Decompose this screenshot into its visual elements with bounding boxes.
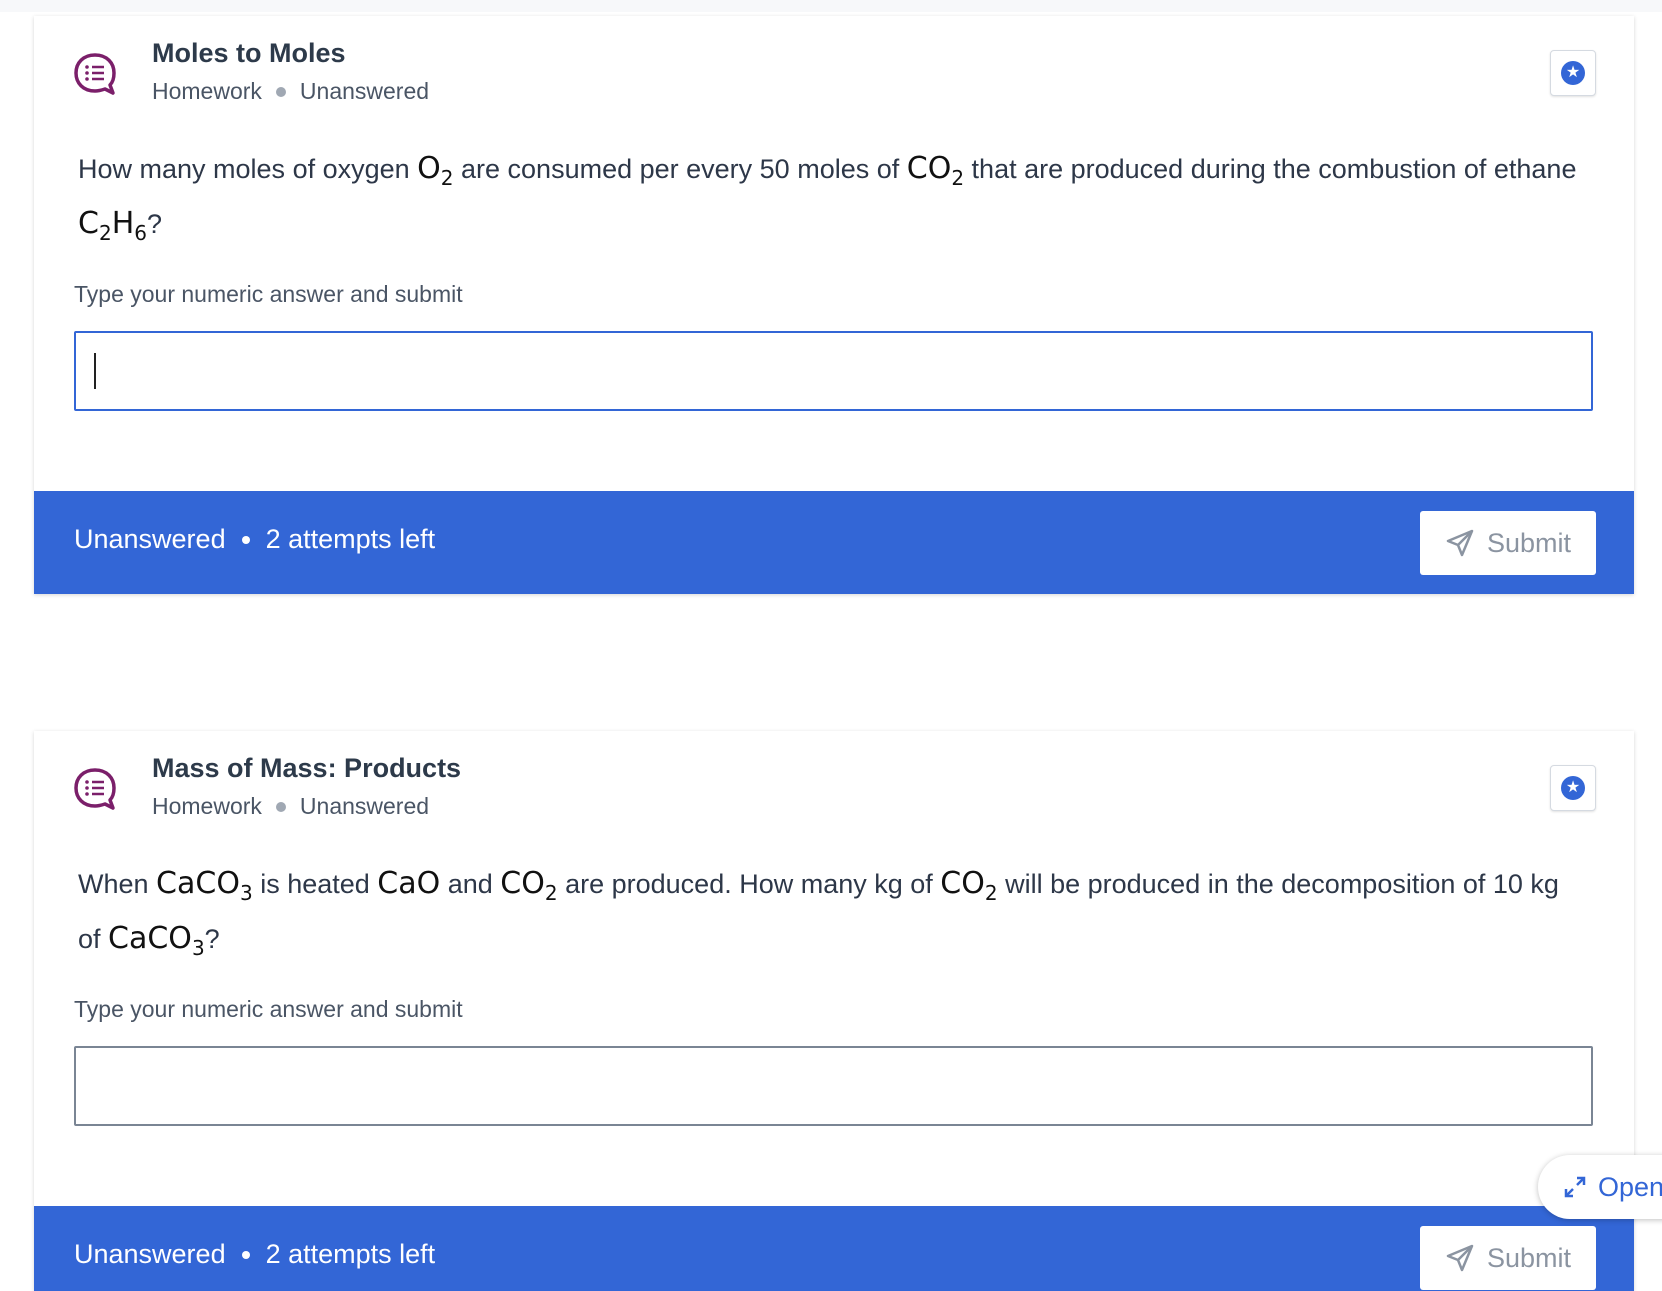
numeric-answer-input[interactable] bbox=[74, 1046, 1593, 1126]
question-type: Homework bbox=[152, 793, 262, 819]
bookmark-button[interactable]: ★ bbox=[1550, 50, 1596, 96]
numeric-answer-input[interactable] bbox=[74, 331, 1593, 411]
paper-plane-icon bbox=[1446, 529, 1474, 557]
separator-dot bbox=[241, 1250, 250, 1259]
open-button[interactable]: Open bbox=[1538, 1155, 1662, 1219]
star-icon: ★ bbox=[1561, 776, 1585, 800]
formula-co2: CO2 bbox=[500, 866, 558, 905]
expand-icon bbox=[1564, 1176, 1586, 1198]
submit-button[interactable]: Submit bbox=[1420, 1226, 1596, 1290]
question-state: Unanswered bbox=[299, 78, 430, 104]
question-meta: Homework Unanswered bbox=[152, 793, 429, 820]
question-text: When CaCO3 is heated CaO and CO2 are pro… bbox=[78, 866, 1559, 960]
attempts-left: 2 attempts left bbox=[265, 524, 436, 554]
formula-cao: CaO bbox=[377, 866, 441, 901]
formula-co2: CO2 bbox=[906, 151, 965, 190]
text-caret bbox=[94, 353, 96, 389]
bookmark-button[interactable]: ★ bbox=[1550, 765, 1596, 811]
attempts-left: 2 attempts left bbox=[265, 1239, 436, 1269]
answer-prompt: Type your numeric answer and submit bbox=[74, 996, 463, 1022]
question-footer-bar: Unanswered 2 attempts left Submit bbox=[34, 491, 1634, 594]
status-label: Unanswered bbox=[74, 1239, 226, 1269]
star-icon: ★ bbox=[1561, 61, 1585, 85]
submit-button[interactable]: Submit bbox=[1420, 511, 1596, 575]
answer-prompt: Type your numeric answer and submit bbox=[74, 281, 463, 307]
answer-status: Unanswered 2 attempts left bbox=[74, 524, 435, 555]
question-card: Moles to Moles Homework Unanswered ★ How… bbox=[34, 16, 1634, 594]
formula-c2h6: C2H6 bbox=[78, 206, 147, 245]
formula-co2: CO2 bbox=[940, 866, 998, 905]
question-title: Mass of Mass: Products bbox=[152, 753, 462, 783]
submit-label: Submit bbox=[1486, 527, 1572, 558]
question-text: How many moles of oxygen O2 are consumed… bbox=[78, 151, 1577, 245]
formula-caco3: CaCO3 bbox=[156, 866, 253, 905]
question-footer-bar: Unanswered 2 attempts left Submit bbox=[34, 1206, 1634, 1291]
answer-status: Unanswered 2 attempts left bbox=[74, 1239, 435, 1270]
formula-o2: O2 bbox=[417, 151, 454, 190]
paper-plane-icon bbox=[1446, 1244, 1474, 1272]
page-top-strip bbox=[0, 0, 1662, 12]
formula-caco3: CaCO3 bbox=[108, 921, 205, 960]
chat-list-icon bbox=[74, 768, 116, 810]
question-title: Moles to Moles bbox=[152, 38, 346, 68]
status-label: Unanswered bbox=[74, 524, 226, 554]
separator-dot bbox=[275, 801, 286, 812]
question-meta: Homework Unanswered bbox=[152, 78, 429, 105]
submit-label: Submit bbox=[1486, 1242, 1572, 1273]
question-card: Mass of Mass: Products Homework Unanswer… bbox=[34, 731, 1634, 1291]
open-label: Open bbox=[1598, 1171, 1662, 1202]
separator-dot bbox=[241, 535, 250, 544]
separator-dot bbox=[275, 86, 286, 97]
chat-list-icon bbox=[74, 53, 116, 95]
question-type: Homework bbox=[152, 78, 262, 104]
question-state: Unanswered bbox=[299, 793, 430, 819]
